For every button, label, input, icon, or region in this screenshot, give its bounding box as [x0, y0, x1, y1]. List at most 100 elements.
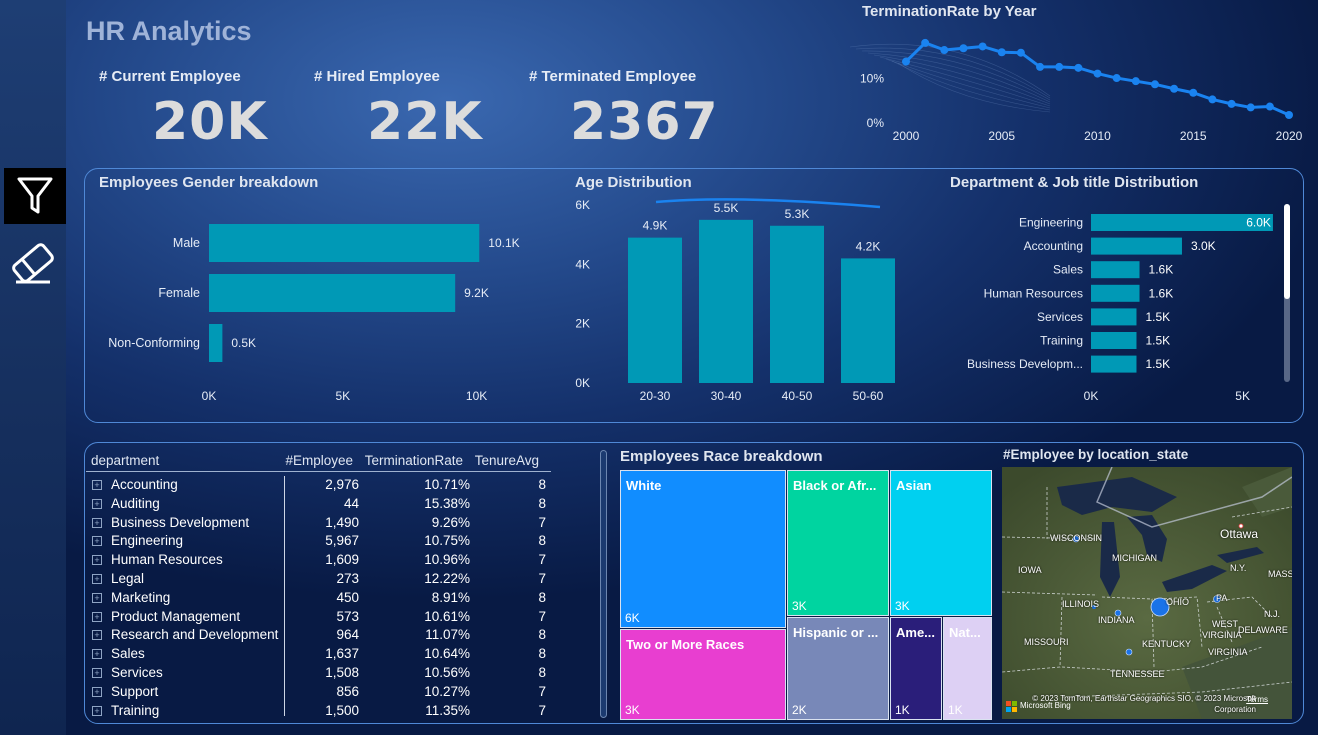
x-tick-label: 30-40	[711, 389, 742, 403]
gender-bar[interactable]	[209, 224, 480, 262]
expand-icon[interactable]: +	[92, 536, 102, 547]
cell-employee-count: 450	[336, 589, 359, 605]
expand-icon[interactable]: +	[92, 573, 102, 584]
gender-bar[interactable]	[209, 324, 223, 362]
table-row[interactable]: + Legal 273 12.22% 7	[86, 571, 556, 590]
header-tenure[interactable]: TenureAvg	[475, 453, 539, 468]
table-row[interactable]: + Human Resources 1,609 10.96% 7	[86, 552, 556, 571]
termination-rate-point[interactable]	[1189, 88, 1198, 97]
age-bar[interactable]	[628, 237, 682, 383]
treemap-tile[interactable]: Two or More Races 3K	[620, 629, 786, 720]
termination-rate-point[interactable]	[959, 44, 968, 53]
tile-label: Hispanic or ...	[793, 625, 879, 640]
treemap-tile[interactable]: Asian 3K	[890, 470, 992, 616]
table-row[interactable]: + Sales 1,637 10.64% 8	[86, 646, 556, 665]
eraser-icon	[12, 243, 54, 284]
dept-bar[interactable]	[1091, 355, 1137, 373]
expand-icon[interactable]: +	[92, 480, 102, 490]
dept-bar[interactable]	[1091, 237, 1182, 255]
header-termination-rate[interactable]: TerminationRate	[365, 453, 463, 468]
gender-bar-chart[interactable]: Male 10.1K Female 9.2K Non-Conforming 0.5K 0K 5…	[86, 196, 556, 411]
dept-scroll-thumb[interactable]	[1284, 204, 1290, 299]
termination-rate-point[interactable]	[1074, 63, 1083, 72]
filter-button[interactable]	[4, 168, 66, 224]
department-table[interactable]: department #Employee TerminationRate Ten…	[86, 450, 556, 721]
table-row[interactable]: + Engineering 5,967 10.75% 8	[86, 533, 556, 552]
data-label: 1.5K	[1145, 310, 1170, 324]
expand-icon[interactable]: +	[92, 705, 102, 716]
age-bar[interactable]	[699, 219, 753, 383]
expand-icon[interactable]: +	[92, 611, 102, 622]
expand-icon[interactable]: +	[92, 592, 102, 603]
table-row[interactable]: + Business Development 1,490 9.26% 7	[86, 515, 556, 534]
expand-icon[interactable]: +	[92, 517, 102, 528]
category-label: Services	[1037, 310, 1083, 324]
y-tick-label: 2K	[575, 317, 590, 331]
header-employee[interactable]: #Employee	[285, 453, 353, 468]
kpi-current-label: # Current Employee	[99, 68, 241, 85]
treemap-tile[interactable]: White 6K	[620, 470, 786, 628]
expand-icon[interactable]: +	[92, 686, 102, 697]
age-bar[interactable]	[841, 258, 895, 383]
termination-rate-point[interactable]	[902, 57, 910, 66]
termination-rate-point[interactable]	[1246, 103, 1255, 112]
termination-rate-point[interactable]	[1208, 95, 1217, 104]
dept-bar[interactable]	[1091, 261, 1140, 279]
clear-filters-button[interactable]	[0, 235, 66, 291]
dept-bar-chart[interactable]: Engineering 6.0K Accounting 3.0K Sales 1.6K Hu…	[930, 200, 1300, 412]
cell-employee-count: 1,609	[325, 552, 359, 568]
header-department[interactable]: department	[91, 453, 159, 468]
cell-tenure-avg: 8	[538, 646, 546, 662]
termination-rate-point[interactable]	[1170, 84, 1179, 93]
table-row[interactable]: + Training 1,500 11.35% 7	[86, 703, 556, 722]
treemap-tile[interactable]: Ame... 1K	[890, 617, 942, 720]
map-place-label: INDIANA	[1098, 615, 1135, 625]
table-row[interactable]: + Product Management 573 10.61% 7	[86, 609, 556, 628]
treemap-tile[interactable]: Hispanic or ... 2K	[787, 617, 889, 720]
table-row[interactable]: + Services 1,508 10.56% 8	[86, 665, 556, 684]
termination-rate-point[interactable]	[1112, 74, 1121, 83]
map-terms-link[interactable]: Terms	[1246, 695, 1268, 704]
termination-rate-point[interactable]	[978, 42, 987, 51]
table-row[interactable]: + Accounting 2,976 10.71% 8	[86, 477, 556, 496]
gender-bar[interactable]	[209, 274, 456, 312]
expand-icon[interactable]: +	[92, 498, 102, 509]
map-background	[1002, 467, 1292, 719]
table-row[interactable]: + Auditing 44 15.38% 8	[86, 496, 556, 515]
termination-rate-chart[interactable]: 2000 2005 2010 2015 2020 10% 0%	[840, 22, 1310, 152]
table-scrollbar[interactable]	[600, 450, 607, 718]
termination-rate-point[interactable]	[921, 38, 930, 47]
dept-bar[interactable]	[1091, 308, 1137, 326]
age-bar-chart[interactable]: 6K 4K 2K 0K 4.9K 20-30 5.5K 30-40 5.3K 40-50 4.2K 5…	[560, 192, 920, 412]
termination-rate-point[interactable]	[1285, 110, 1293, 119]
table-row[interactable]: + Support 856 10.27% 7	[86, 684, 556, 703]
termination-chart-title: TerminationRate by Year	[862, 3, 1037, 20]
expand-icon[interactable]: +	[92, 667, 102, 678]
expand-icon[interactable]: +	[92, 649, 102, 660]
termination-rate-point[interactable]	[1227, 99, 1236, 108]
page-title: HR Analytics	[86, 16, 252, 46]
termination-rate-point[interactable]	[1093, 69, 1102, 78]
table-row[interactable]: + Marketing 450 8.91% 8	[86, 590, 556, 609]
termination-rate-point[interactable]	[997, 48, 1006, 57]
treemap-tile[interactable]: Nat... 1K	[943, 617, 992, 720]
termination-rate-point[interactable]	[1016, 48, 1025, 57]
dept-bar[interactable]	[1091, 284, 1140, 302]
termination-rate-point[interactable]	[1055, 62, 1064, 71]
expand-icon[interactable]: +	[92, 630, 102, 641]
data-label: 1.5K	[1145, 334, 1170, 348]
tile-label: Asian	[896, 478, 932, 493]
table-row[interactable]: + Research and Development 964 11.07% 8	[86, 627, 556, 646]
data-label: 1.5K	[1145, 357, 1170, 371]
termination-rate-point[interactable]	[1150, 80, 1159, 89]
expand-icon[interactable]: +	[92, 555, 102, 566]
termination-rate-point[interactable]	[1131, 77, 1140, 86]
termination-rate-point[interactable]	[1265, 102, 1274, 111]
cell-tenure-avg: 8	[538, 477, 546, 492]
treemap-tile[interactable]: Black or Afr... 3K	[787, 470, 889, 616]
termination-rate-point[interactable]	[940, 46, 949, 55]
age-bar[interactable]	[770, 225, 824, 383]
termination-rate-point[interactable]	[1036, 62, 1045, 71]
employee-location-map[interactable]: WISCONSIN MICHIGAN Ottawa IOWA N.Y. MASS. ILLI…	[1002, 467, 1292, 719]
dept-bar[interactable]	[1091, 332, 1137, 349]
